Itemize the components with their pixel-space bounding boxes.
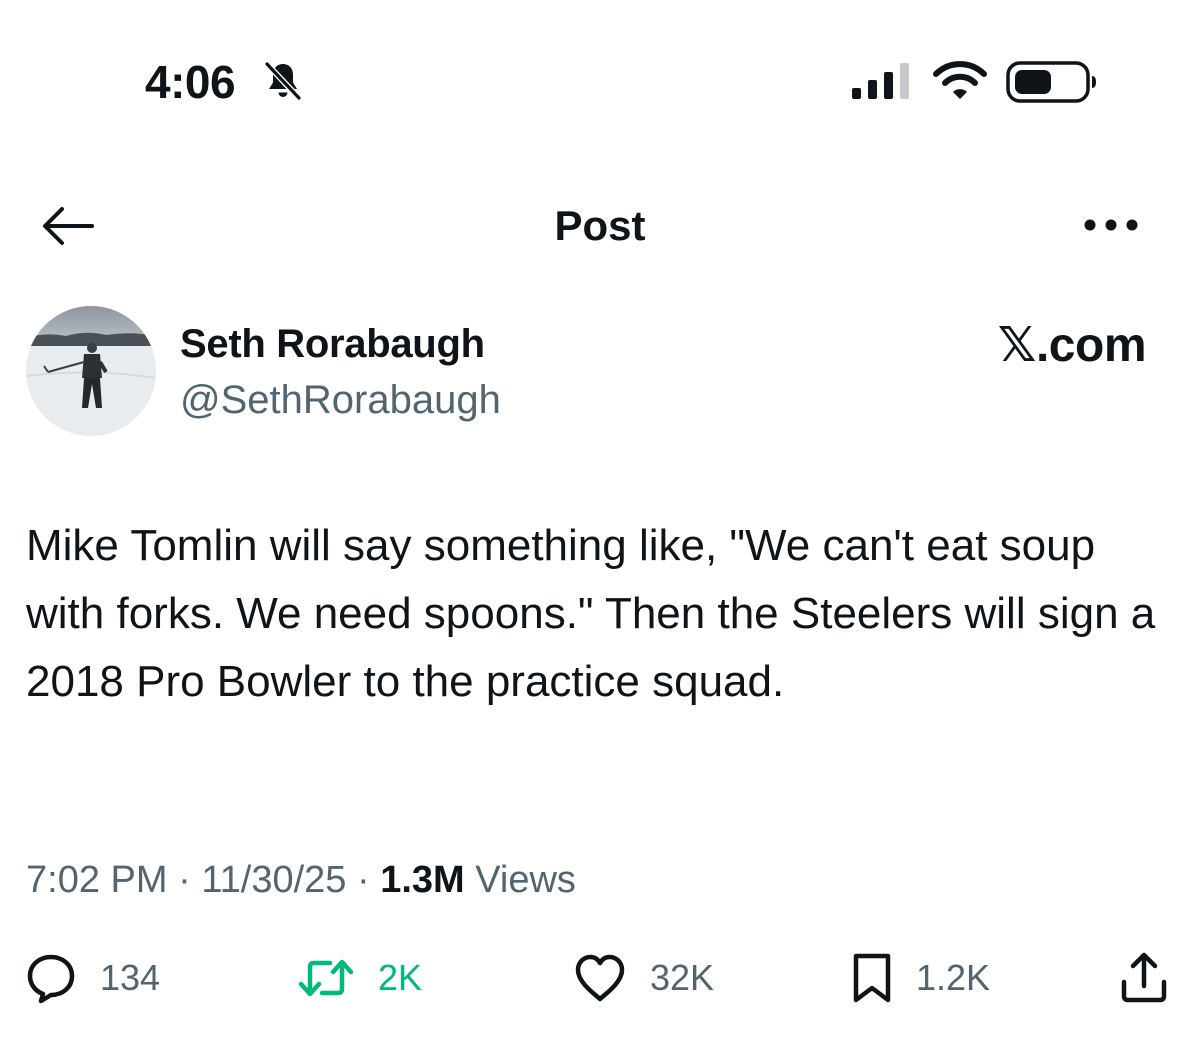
meta-separator: · bbox=[356, 859, 370, 901]
more-horizontal-icon[interactable] bbox=[1082, 212, 1140, 238]
author-handle[interactable]: @SethRorabaugh bbox=[180, 376, 501, 424]
x-watermark: 𝕏.com bbox=[997, 319, 1147, 372]
reply-icon bbox=[27, 954, 75, 1004]
like-count: 32K bbox=[650, 957, 715, 998]
tweet-meta: 7:02 PM · 11/30/25 · 1.3M Views bbox=[26, 856, 576, 904]
bookmark-icon bbox=[853, 953, 891, 1003]
battery-icon bbox=[1006, 61, 1096, 103]
meta-separator: · bbox=[178, 859, 191, 901]
status-time: 4:06 bbox=[145, 56, 236, 108]
bookmark-button[interactable]: 1.2K bbox=[850, 950, 990, 1006]
cellular-signal-icon bbox=[852, 63, 909, 99]
heart-icon bbox=[575, 954, 625, 1002]
repost-button[interactable]: 2K bbox=[296, 950, 422, 1006]
views-count[interactable]: 1.3M bbox=[380, 859, 464, 901]
share-icon[interactable] bbox=[1116, 950, 1172, 1006]
author-name[interactable]: Seth Rorabaugh bbox=[180, 320, 485, 368]
tweet-date: 11/30/25 bbox=[201, 859, 347, 901]
reply-button[interactable]: 134 bbox=[24, 950, 160, 1006]
post-screen: 4:06 Post Seth Rorabaugh @SethRorabaugh … bbox=[0, 0, 1200, 1056]
reply-count: 134 bbox=[100, 957, 161, 998]
page-title: Post bbox=[554, 202, 646, 249]
repost-icon bbox=[298, 959, 354, 997]
repost-count: 2K bbox=[378, 957, 423, 998]
like-button[interactable]: 32K bbox=[572, 950, 714, 1006]
tweet-text: Mike Tomlin will say something like, "We… bbox=[26, 521, 1156, 706]
avatar[interactable] bbox=[26, 306, 156, 436]
avatar-image bbox=[26, 306, 156, 436]
bell-slash-icon bbox=[264, 61, 302, 101]
views-label: Views bbox=[475, 859, 576, 901]
tweet-time: 7:02 PM bbox=[26, 859, 168, 901]
bookmark-count: 1.2K bbox=[916, 957, 991, 998]
wifi-icon bbox=[933, 61, 987, 99]
